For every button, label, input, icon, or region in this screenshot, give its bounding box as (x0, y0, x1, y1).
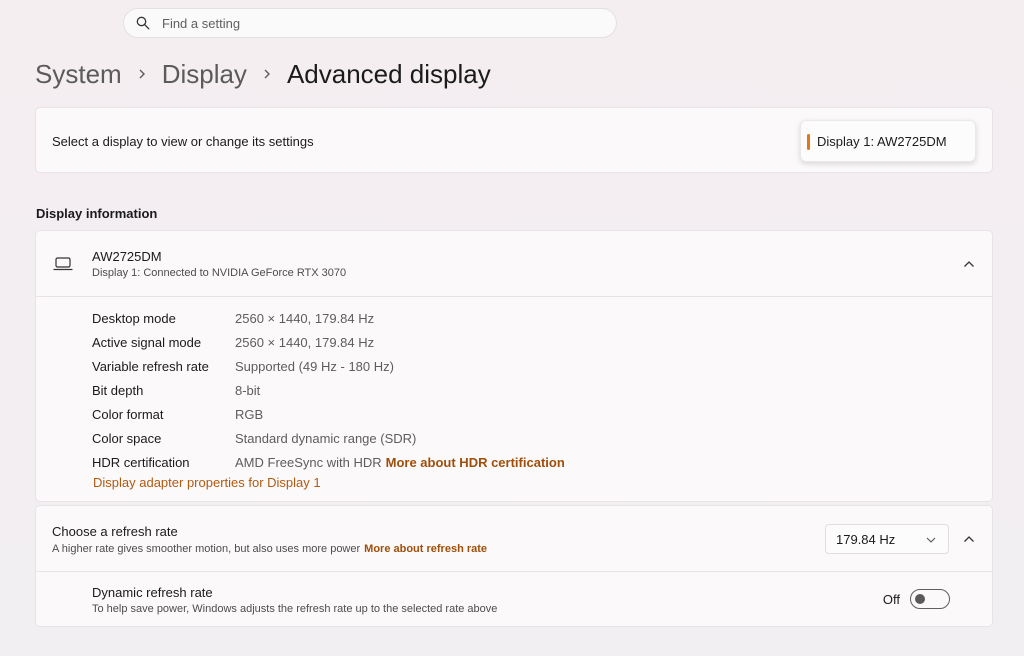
chevron-down-icon (926, 537, 936, 543)
search-input[interactable] (162, 15, 562, 31)
display-select-dropdown[interactable]: Display 1: AW2725DM (800, 120, 976, 162)
dynamic-refresh-toggle-label: Off (882, 592, 900, 607)
dynamic-refresh-rate-title: Dynamic refresh rate (92, 585, 213, 600)
info-value: Supported (49 Hz - 180 Hz) (235, 358, 394, 374)
info-key: Desktop mode (92, 310, 176, 326)
info-row-color-format: Color format RGB (92, 402, 565, 426)
info-value: 2560 × 1440, 179.84 Hz (235, 310, 375, 326)
selection-accent (807, 134, 810, 150)
info-row-variable-refresh-rate: Variable refresh rate Supported (49 Hz -… (92, 354, 565, 378)
info-row-desktop-mode: Desktop mode 2560 × 1440, 179.84 Hz (92, 306, 565, 330)
info-key: HDR certification (92, 454, 190, 470)
info-key: Bit depth (92, 382, 144, 398)
section-title-display-information: Display information (36, 206, 158, 221)
monitor-name: AW2725DM (92, 249, 162, 264)
breadcrumb: System Display Advanced display (35, 54, 491, 94)
info-row-hdr-certification: HDR certification AMD FreeSync with HDR … (92, 450, 565, 474)
info-key: Variable refresh rate (92, 358, 209, 374)
info-row-bit-depth: Bit depth 8-bit (92, 378, 565, 402)
info-key: Color format (92, 406, 164, 422)
breadcrumb-system[interactable]: System (35, 59, 122, 90)
info-value: Standard dynamic range (SDR) (235, 430, 417, 446)
display-info-list: Desktop mode 2560 × 1440, 179.84 Hz Acti… (92, 306, 565, 474)
dynamic-refresh-rate-description: To help save power, Windows adjusts the … (92, 603, 498, 615)
info-key: Active signal mode (92, 334, 202, 350)
monitor-connection: Display 1: Connected to NVIDIA GeForce R… (92, 267, 347, 279)
chevron-up-icon[interactable] (963, 260, 975, 268)
display-select-label: Select a display to view or change its s… (52, 134, 314, 149)
page-title: Advanced display (286, 58, 491, 89)
info-value: AMD FreeSync with HDR (235, 454, 382, 470)
toggle-knob (915, 594, 925, 604)
chevron-right-icon (137, 67, 147, 81)
search-icon (136, 16, 150, 30)
display-adapter-properties-link[interactable]: Display adapter properties for Display 1 (93, 475, 321, 490)
display-select-value: Display 1: AW2725DM (817, 133, 947, 149)
refresh-rate-value: 179.84 Hz (836, 531, 896, 547)
laptop-icon (53, 257, 73, 271)
refresh-rate-card: Choose a refresh rate A higher rate give… (35, 505, 993, 627)
dynamic-refresh-toggle[interactable] (910, 589, 950, 609)
info-row-color-space: Color space Standard dynamic range (SDR) (92, 426, 565, 450)
refresh-rate-header: Choose a refresh rate A higher rate give… (36, 506, 992, 572)
refresh-rate-dropdown[interactable]: 179.84 Hz (825, 524, 949, 554)
info-value: 8-bit (235, 382, 261, 398)
info-value: RGB (235, 406, 264, 422)
breadcrumb-display[interactable]: Display (162, 59, 247, 90)
display-information-card: AW2725DM Display 1: Connected to NVIDIA … (35, 230, 993, 502)
refresh-rate-description: A higher rate gives smoother motion, but… (52, 543, 487, 555)
info-key: Color space (92, 430, 162, 446)
display-select-card: Select a display to view or change its s… (35, 107, 993, 173)
chevron-up-icon[interactable] (963, 535, 975, 543)
info-row-active-signal-mode: Active signal mode 2560 × 1440, 179.84 H… (92, 330, 565, 354)
hdr-certification-link[interactable]: More about HDR certification (386, 455, 565, 470)
refresh-rate-description-text: A higher rate gives smoother motion, but… (52, 543, 361, 555)
search-box[interactable] (123, 8, 617, 38)
chevron-right-icon (262, 67, 272, 81)
display-information-header[interactable]: AW2725DM Display 1: Connected to NVIDIA … (36, 231, 992, 297)
refresh-rate-link[interactable]: More about refresh rate (364, 543, 487, 555)
info-value: 2560 × 1440, 179.84 Hz (235, 334, 375, 350)
refresh-rate-title: Choose a refresh rate (52, 524, 178, 539)
